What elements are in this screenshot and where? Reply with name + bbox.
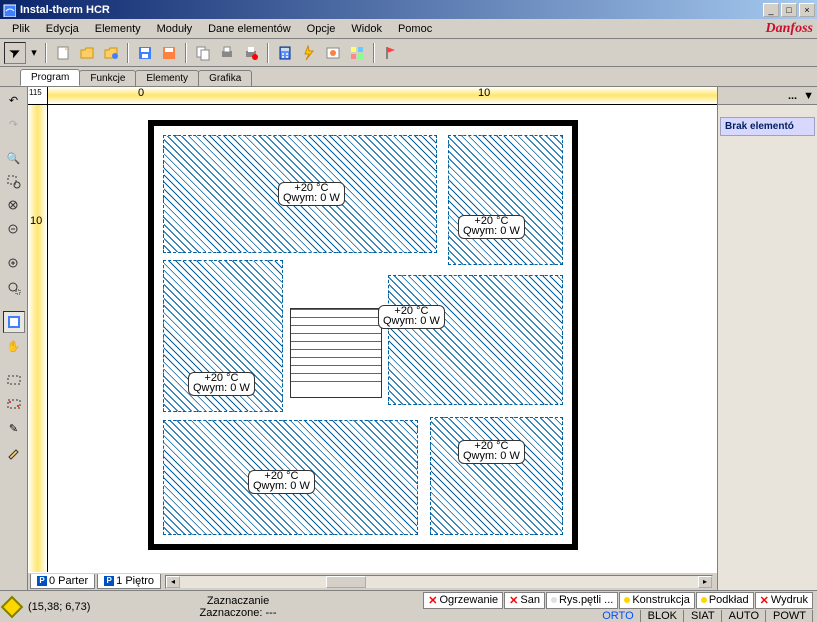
close-button[interactable]: ×	[799, 3, 815, 17]
menu-elementy[interactable]: Elementy	[87, 21, 149, 37]
menu-moduly[interactable]: Moduły	[149, 21, 200, 37]
status-diamond-icon	[1, 595, 24, 618]
new-button[interactable]	[52, 42, 74, 64]
layer-tags: ✕Ogrzewanie ✕San Rys.pętli ... Konstrukc…	[423, 592, 813, 609]
minimize-button[interactable]: _	[763, 3, 779, 17]
tag-ryspetli[interactable]: Rys.pętli ...	[546, 592, 618, 609]
titlebar: Instal-therm HCR _ □ ×	[0, 0, 817, 19]
tag-ogrzewanie[interactable]: ✕Ogrzewanie	[423, 592, 503, 609]
room-label-2: +20 °CQwym: 0 W	[458, 215, 525, 239]
menu-dane[interactable]: Dane elementów	[200, 21, 299, 37]
menu-opcje[interactable]: Opcje	[299, 21, 344, 37]
tab-elementy[interactable]: Elementy	[135, 70, 199, 86]
floor-tab-1[interactable]: P1 Piętro	[97, 574, 161, 589]
horizontal-ruler[interactable]: 0 10	[48, 87, 717, 105]
statusbar: (15,38; 6,73) Zaznaczanie Zaznaczone: --…	[0, 590, 817, 622]
main-tabs: Program Funkcje Elementy Grafika	[0, 67, 817, 87]
coordinates: (15,38; 6,73)	[28, 601, 148, 613]
tag-san[interactable]: ✕San	[504, 592, 545, 609]
cursor-dropdown[interactable]: ▾	[28, 42, 40, 64]
zoomext-icon[interactable]	[3, 277, 25, 299]
flag-siat[interactable]: SIAT	[685, 610, 722, 622]
app-icon	[2, 3, 16, 17]
open2-button[interactable]	[100, 42, 122, 64]
pencil-icon[interactable]: ✎	[3, 417, 25, 439]
status-selection: Zaznaczone: ---	[148, 607, 328, 619]
options-button[interactable]	[322, 42, 344, 64]
pan-icon[interactable]: ✋	[3, 335, 25, 357]
ruler-corner: 115	[28, 87, 48, 105]
panel-collapse-icon[interactable]: ▼	[803, 90, 814, 102]
undo-icon[interactable]: ↶	[3, 89, 25, 111]
redo-icon[interactable]: ↷	[3, 113, 25, 135]
vertical-ruler[interactable]: 10	[28, 105, 48, 572]
printsetup-button[interactable]	[240, 42, 262, 64]
zoom100-icon[interactable]	[3, 253, 25, 275]
scroll-thumb[interactable]	[326, 576, 366, 588]
menu-edycja[interactable]: Edycja	[38, 21, 87, 37]
room-label-5: +20 °CQwym: 0 W	[248, 470, 315, 494]
zoomarea-icon[interactable]	[3, 171, 25, 193]
tag-konstrukcja[interactable]: Konstrukcja	[619, 592, 694, 609]
room-label-1: +20 °CQwym: 0 W	[278, 182, 345, 206]
flag-blok[interactable]: BLOK	[642, 610, 684, 622]
flag-auto[interactable]: AUTO	[723, 610, 766, 622]
stairs	[290, 308, 382, 398]
window-title: Instal-therm HCR	[20, 4, 761, 16]
drawing-canvas[interactable]: +20 °CQwym: 0 W +20 °CQwym: 0 W +20 °CQw…	[48, 105, 717, 572]
status-mode: Zaznaczanie	[148, 595, 328, 607]
selcross-icon[interactable]	[3, 393, 25, 415]
floor-tab-0[interactable]: P0 Parter	[30, 574, 95, 589]
tab-program[interactable]: Program	[20, 69, 80, 86]
selrect-icon[interactable]	[3, 369, 25, 391]
scroll-left-icon[interactable]: ◂	[166, 576, 180, 588]
saveas-button[interactable]	[158, 42, 180, 64]
flag-button[interactable]	[380, 42, 402, 64]
grid-button[interactable]	[346, 42, 368, 64]
menu-plik[interactable]: Plik	[4, 21, 38, 37]
copy-button[interactable]	[192, 42, 214, 64]
flash-button[interactable]	[298, 42, 320, 64]
no-element-link[interactable]: Brak elementó	[720, 117, 815, 136]
print-button[interactable]	[216, 42, 238, 64]
left-toolbar: ↶ ↷ 🔍 ✋ ✎	[0, 87, 28, 590]
brand-logo: Danfoss	[766, 21, 813, 37]
menu-widok[interactable]: Widok	[343, 21, 390, 37]
room-label-4: +20 °CQwym: 0 W	[188, 372, 255, 396]
tab-grafika[interactable]: Grafika	[198, 70, 252, 86]
flag-powt[interactable]: POWT	[767, 610, 813, 622]
floor-tab-row: P0 Parter P1 Piętro ◂ ▸	[28, 572, 717, 590]
canvas-area: 115 0 10 10	[28, 87, 717, 590]
cursor-tool[interactable]: ➤	[4, 42, 26, 64]
toolbar: ➤ ▾	[0, 39, 817, 67]
menubar: Plik Edycja Elementy Moduły Dane element…	[0, 19, 817, 39]
flag-orto[interactable]: ORTO	[596, 610, 640, 622]
menu-pomoc[interactable]: Pomoc	[390, 21, 440, 37]
properties-panel: ... ▼ Brak elementó	[717, 87, 817, 590]
open-button[interactable]	[76, 42, 98, 64]
room-label-6: +20 °CQwym: 0 W	[458, 440, 525, 464]
tab-funkcje[interactable]: Funkcje	[79, 70, 136, 86]
floor-plan: +20 °CQwym: 0 W +20 °CQwym: 0 W +20 °CQw…	[148, 120, 578, 550]
maximize-button[interactable]: □	[781, 3, 797, 17]
calc-button[interactable]	[274, 42, 296, 64]
tag-podklad[interactable]: Podkład	[696, 592, 754, 609]
scroll-right-icon[interactable]: ▸	[698, 576, 712, 588]
main-area: ↶ ↷ 🔍 ✋ ✎ 115 0 10 10	[0, 87, 817, 590]
zoomout-icon[interactable]	[3, 219, 25, 241]
snap-flags: ORTO BLOK SIAT AUTO POWT	[596, 610, 813, 622]
zoomfit-icon[interactable]	[3, 195, 25, 217]
room-label-3: +20 °CQwym: 0 W	[378, 305, 445, 329]
tag-wydruk[interactable]: ✕Wydruk	[755, 592, 813, 609]
pipette-icon[interactable]	[3, 441, 25, 463]
save-button[interactable]	[134, 42, 156, 64]
panel-menu-icon[interactable]: ...	[788, 90, 797, 102]
zoomin-icon[interactable]: 🔍	[3, 147, 25, 169]
h-scrollbar[interactable]: ◂ ▸	[165, 575, 713, 589]
view-icon[interactable]	[3, 311, 25, 333]
